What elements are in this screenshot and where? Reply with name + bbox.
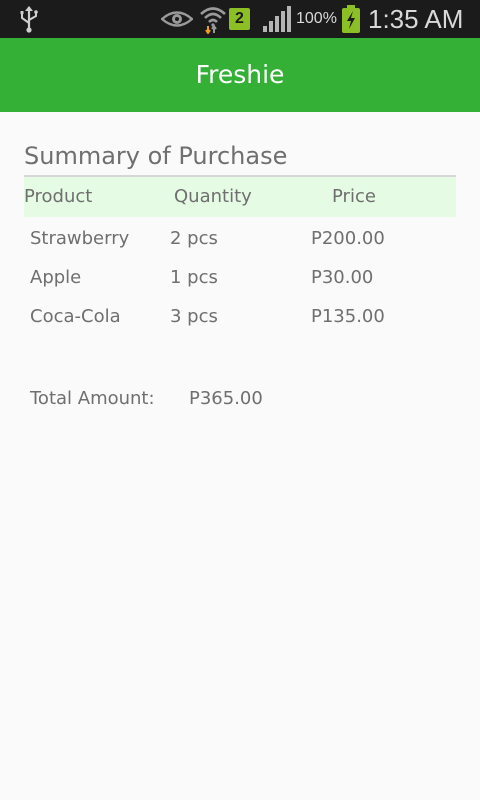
table-row: Coca-Cola 3 pcs P135.00 — [24, 304, 456, 342]
total-amount-label: Total Amount: — [30, 388, 155, 409]
summary-content: Summary of Purchase Product Quantity Pri… — [0, 112, 480, 800]
total-amount-value: P365.00 — [189, 388, 263, 409]
quantity-cell: 3 pcs — [170, 306, 218, 327]
product-cell: Apple — [30, 267, 82, 288]
page-title: Summary of Purchase — [24, 142, 288, 170]
signal-icon — [263, 6, 291, 32]
status-bar: 2 100% 1:35 AM — [0, 0, 480, 38]
price-cell: P200.00 — [311, 228, 385, 249]
table-row: Strawberry 2 pcs P200.00 — [24, 226, 456, 264]
app-title: Freshie — [195, 60, 285, 89]
product-cell: Strawberry — [30, 228, 130, 249]
price-cell: P30.00 — [311, 267, 374, 288]
battery-charging-icon — [342, 5, 360, 33]
table-row: Apple 1 pcs P30.00 — [24, 265, 456, 303]
price-cell: P135.00 — [311, 306, 385, 327]
sim-icon: 2 — [229, 8, 250, 30]
battery-percent: 100% — [296, 10, 337, 27]
column-header-product: Product — [24, 186, 93, 207]
table-header: Product Quantity Price — [24, 177, 456, 217]
eye-icon — [161, 11, 193, 27]
usb-icon — [20, 6, 38, 33]
clock: 1:35 AM — [368, 4, 464, 34]
action-bar: Freshie — [0, 38, 480, 112]
column-header-price: Price — [332, 186, 376, 207]
product-cell: Coca-Cola — [30, 306, 121, 327]
wifi-icon — [200, 7, 226, 34]
column-header-quantity: Quantity — [174, 186, 252, 207]
quantity-cell: 2 pcs — [170, 228, 218, 249]
quantity-cell: 1 pcs — [170, 267, 218, 288]
